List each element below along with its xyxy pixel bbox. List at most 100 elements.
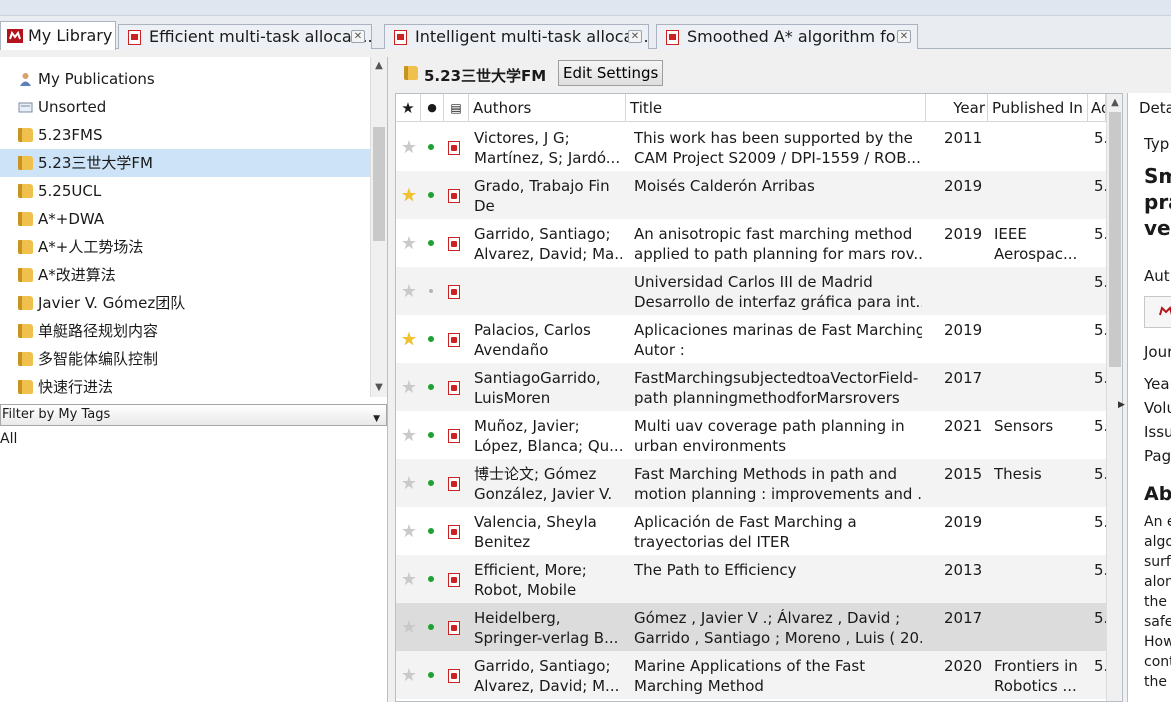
tab-document[interactable]: Efficient multi-task allocati... ✕: [118, 24, 372, 49]
read-status-icon[interactable]: [428, 576, 434, 582]
scroll-down-icon[interactable]: ▼: [371, 381, 387, 395]
scroll-up-icon[interactable]: ▲: [371, 59, 387, 73]
tab-my-library[interactable]: My Library: [0, 21, 116, 50]
title-line: Aplicación de Fast Marching a: [634, 513, 857, 531]
star-icon[interactable]: ★: [400, 523, 418, 541]
read-status-icon[interactable]: [428, 192, 434, 198]
details-tab[interactable]: Deta: [1139, 99, 1171, 117]
authors-cell: Victores, J G; Martínez, S; Jardó...: [474, 128, 622, 168]
scroll-up-icon[interactable]: ▲: [1107, 96, 1122, 110]
table-row[interactable]: ★ Grado, Trabajo Fin De Moisés Calderón Arr…: [396, 171, 1106, 219]
folder-icon: [18, 240, 33, 254]
title-line: Aplicaciones marinas de Fast Marching: [634, 321, 922, 339]
sidebar-item-folder[interactable]: Javier V. Gómez团队: [0, 289, 370, 317]
column-header-year[interactable]: Year: [926, 94, 988, 122]
table-row[interactable]: ★ 博士论文; Gómez González, Javier V. Fast Marc…: [396, 459, 1106, 507]
star-icon[interactable]: ★: [400, 187, 418, 205]
title-line: Desarrollo de interfaz gráfica para int.…: [634, 293, 922, 311]
pane-splitter-arrow-icon[interactable]: ▶: [1118, 400, 1127, 410]
menu-bar: [0, 0, 1171, 16]
table-row[interactable]: ★ Muñoz, Javier; López, Blanca; Qu... Multi…: [396, 411, 1106, 459]
folder-icon: [18, 296, 33, 310]
added-cell: 5.: [1094, 369, 1106, 387]
read-status-icon[interactable]: [428, 336, 434, 342]
table-row[interactable]: ★ Garrido, Santiago; Alvarez, David; M... M…: [396, 651, 1106, 699]
table-row[interactable]: ★ Universidad Carlos III de Madrid Desarro…: [396, 267, 1106, 315]
sidebar-item-folder[interactable]: A*+DWA: [0, 205, 370, 233]
year-cell: 2015: [944, 465, 983, 483]
column-header-favorite[interactable]: ★: [396, 94, 421, 122]
star-icon[interactable]: ★: [400, 331, 418, 349]
title-cell: Aplicación de Fast Marching a trayectoria…: [634, 512, 922, 552]
sidebar-scrollbar[interactable]: ▲ ▼: [370, 57, 387, 397]
sidebar-item-folder[interactable]: A*+人工势场法: [0, 233, 370, 261]
sidebar-item-folder[interactable]: 5.25UCL: [0, 177, 370, 205]
sidebar-item-folder[interactable]: 快速行进法: [0, 373, 370, 397]
star-icon[interactable]: ★: [400, 379, 418, 397]
collections-sidebar: My Publications Unsorted 5.23FMS 5.23三世大…: [0, 57, 388, 702]
table-row[interactable]: ★ Palacios, Carlos Avendaño Aplicaciones ma…: [396, 315, 1106, 363]
tag-filter-select[interactable]: Filter by My Tags ▼: [0, 404, 387, 426]
star-icon[interactable]: ★: [400, 283, 418, 301]
close-icon[interactable]: ✕: [897, 30, 911, 43]
sidebar-item-folder[interactable]: 多智能体编队控制: [0, 345, 370, 373]
scrollbar-thumb[interactable]: [1109, 112, 1121, 367]
column-header-document[interactable]: ▤: [444, 94, 469, 122]
scrollbar-thumb[interactable]: [373, 127, 385, 241]
journal-label: Jour: [1144, 343, 1171, 361]
sidebar-item-folder-selected[interactable]: 5.23三世大学FM: [0, 149, 370, 177]
sidebar-item-folder[interactable]: 单艇路径规划内容: [0, 317, 370, 345]
abstract-line: How: [1144, 634, 1171, 650]
abstract-line: An e: [1144, 514, 1171, 530]
sidebar-item-my-publications[interactable]: My Publications: [0, 65, 370, 93]
read-status-icon[interactable]: [428, 384, 434, 390]
table-row[interactable]: ★ Valencia, Sheyla Benitez Aplicación de Fa…: [396, 507, 1106, 555]
tab-document[interactable]: Intelligent multi-task alloca... ✕: [384, 24, 649, 49]
read-status-icon[interactable]: [428, 480, 434, 486]
read-status-icon[interactable]: [428, 432, 434, 438]
column-header-authors[interactable]: Authors: [469, 94, 626, 122]
table-row[interactable]: ★ SantiagoGarrido, LuisMoren FastMarchingsu…: [396, 363, 1106, 411]
read-status-icon[interactable]: [428, 528, 434, 534]
read-status-icon[interactable]: [429, 289, 433, 293]
table-row[interactable]: ★ Heidelberg, Springer-verlag B... Gómez , …: [396, 603, 1106, 651]
sidebar-item-folder[interactable]: A*改进算法: [0, 261, 370, 289]
table-row[interactable]: ★ Victores, J G; Martínez, S; Jardó... This…: [396, 123, 1106, 171]
author-profile-icon[interactable]: [1144, 296, 1171, 328]
abstract-line: surf: [1144, 554, 1171, 570]
read-status-icon[interactable]: [428, 672, 434, 678]
read-status-icon[interactable]: [428, 240, 434, 246]
title-line: Autor :: [634, 341, 685, 359]
close-icon[interactable]: ✕: [628, 30, 642, 43]
title-line: Universidad Carlos III de Madrid: [634, 273, 873, 291]
star-icon[interactable]: ★: [400, 571, 418, 589]
close-icon[interactable]: ✕: [351, 30, 365, 43]
edit-settings-button[interactable]: Edit Settings: [558, 60, 664, 86]
published-in-cell: Frontiers in Robotics ...: [994, 656, 1086, 696]
star-icon[interactable]: ★: [400, 619, 418, 637]
tag-all[interactable]: All: [0, 431, 17, 447]
year-cell: 2019: [944, 321, 983, 339]
table-scrollbar[interactable]: ▲: [1106, 94, 1122, 701]
tab-document[interactable]: Smoothed A* algorithm fo... ✕: [656, 24, 918, 49]
column-header-title[interactable]: Title: [626, 94, 926, 122]
table-row[interactable]: ★ Garrido, Santiago; Alvarez, David; Ma...…: [396, 219, 1106, 267]
star-icon[interactable]: ★: [400, 235, 418, 253]
sidebar-item-unsorted[interactable]: Unsorted: [0, 93, 370, 121]
star-icon[interactable]: ★: [400, 475, 418, 493]
title-cell: FastMarchingsubjectedtoaVectorField-path…: [634, 368, 922, 408]
year-cell: 2017: [944, 609, 983, 627]
read-status-icon[interactable]: [428, 144, 434, 150]
sidebar-item-folder[interactable]: 5.23FMS: [0, 121, 370, 149]
star-icon[interactable]: ★: [400, 139, 418, 157]
star-icon[interactable]: ★: [400, 427, 418, 445]
abstract-line: cont: [1144, 654, 1171, 670]
column-header-read[interactable]: ●: [421, 94, 444, 122]
table-row[interactable]: ★ Efficient, More; Robot, Mobile The Path t…: [396, 555, 1106, 603]
authors-line: De: [474, 197, 495, 215]
column-header-added[interactable]: Ad: [1088, 94, 1106, 122]
star-icon[interactable]: ★: [400, 667, 418, 685]
column-header-published-in[interactable]: Published In: [988, 94, 1088, 122]
title-line: CAM Project S2009 / DPI-1559 / ROB...: [634, 149, 921, 167]
read-status-icon[interactable]: [428, 624, 434, 630]
